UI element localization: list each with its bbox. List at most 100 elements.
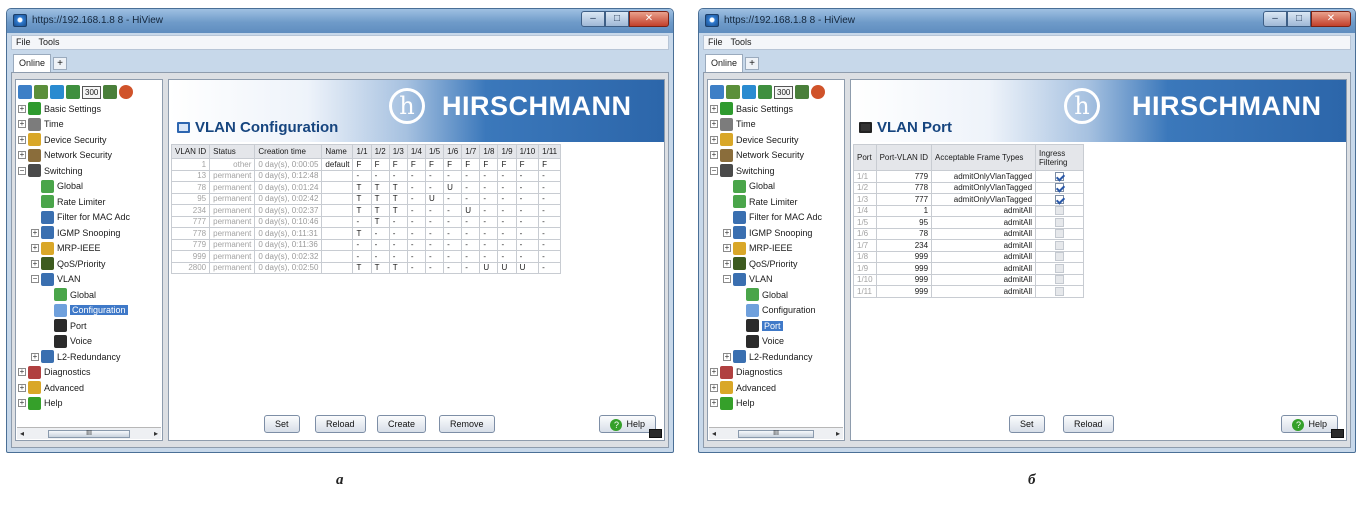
tree-item[interactable]: + Help xyxy=(18,396,160,412)
table-cell[interactable]: - xyxy=(424,261,445,274)
remove-button[interactable]: Remove xyxy=(439,415,495,433)
table-cell[interactable]: - xyxy=(479,227,499,240)
tree-item[interactable]: + Diagnostics xyxy=(710,365,842,381)
ingress-filtering-checkbox[interactable] xyxy=(1055,252,1065,262)
expand-icon[interactable]: + xyxy=(18,151,26,160)
table-cell[interactable]: - xyxy=(388,238,408,251)
tree-item[interactable]: + Diagnostics xyxy=(18,365,160,381)
tree-item[interactable]: Global xyxy=(18,287,160,303)
table-cell[interactable] xyxy=(321,250,354,263)
table-cell[interactable]: T xyxy=(352,192,372,205)
column-header[interactable]: 1/1 xyxy=(352,144,372,159)
create-button[interactable]: Create xyxy=(377,415,427,433)
table-cell[interactable]: T xyxy=(370,215,390,228)
table-cell[interactable]: - xyxy=(497,215,517,228)
ingress-filtering-checkbox[interactable] xyxy=(1055,275,1065,285)
table-cell[interactable]: - xyxy=(406,215,426,228)
table-cell[interactable]: - xyxy=(370,250,390,263)
table-cell[interactable]: - xyxy=(443,261,463,274)
table-cell[interactable]: - xyxy=(406,250,426,263)
port-vlan-id-cell[interactable]: 1 xyxy=(875,204,933,217)
table-cell[interactable]: - xyxy=(443,250,463,263)
table-cell[interactable]: - xyxy=(352,169,372,182)
tree-item[interactable]: + MRP-IEEE xyxy=(710,241,842,257)
table-cell[interactable]: - xyxy=(424,181,445,194)
expand-icon[interactable]: + xyxy=(18,383,26,392)
ingress-filtering-checkbox[interactable] xyxy=(1055,206,1065,216)
table-cell[interactable]: - xyxy=(388,250,408,263)
stop-icon[interactable] xyxy=(811,85,826,99)
refresh-interval-badge[interactable]: 300 xyxy=(774,85,794,99)
table-cell[interactable]: - xyxy=(479,238,499,251)
expand-icon[interactable]: + xyxy=(18,104,26,113)
table-cell[interactable]: U xyxy=(443,181,463,194)
set-button[interactable]: Set xyxy=(1009,415,1045,433)
column-header[interactable]: 1/6 xyxy=(443,144,463,159)
users-icon[interactable] xyxy=(726,85,740,99)
scroll-left-icon[interactable]: ◂ xyxy=(712,429,716,438)
expand-icon[interactable]: + xyxy=(710,104,718,113)
table-cell[interactable]: - xyxy=(406,238,426,251)
table-cell[interactable]: - xyxy=(479,192,499,205)
tree-item[interactable]: + MRP-IEEE xyxy=(18,241,160,257)
frame-types-cell[interactable]: admitAll xyxy=(931,262,1037,275)
column-header[interactable]: Port xyxy=(853,144,877,171)
table-cell[interactable]: - xyxy=(497,192,517,205)
table-row[interactable]: 1/4 1 admitAll xyxy=(853,204,1085,217)
table-cell[interactable]: - xyxy=(461,227,481,240)
expand-icon[interactable]: + xyxy=(723,352,731,361)
frame-types-cell[interactable]: admitOnlyVlanTagged xyxy=(931,193,1037,206)
frame-types-cell[interactable]: admitAll xyxy=(931,273,1037,286)
scroll-right-icon[interactable]: ▸ xyxy=(154,429,158,438)
table-cell[interactable]: U xyxy=(479,261,499,274)
table-row[interactable]: 95 permanent 0 day(s), 0:02:42 T T T - U - - - - - - xyxy=(171,192,562,205)
table-cell[interactable]: F xyxy=(406,158,426,171)
table-cell[interactable]: T xyxy=(388,261,408,274)
table-cell[interactable]: - xyxy=(515,192,540,205)
table-row[interactable]: 1/11 999 admitAll xyxy=(853,285,1085,298)
column-header[interactable]: 1/9 xyxy=(497,144,517,159)
column-header[interactable]: VLAN ID xyxy=(171,144,211,159)
table-cell[interactable]: - xyxy=(515,181,540,194)
scroll-right-icon[interactable]: ▸ xyxy=(836,429,840,438)
collapse-icon[interactable]: − xyxy=(723,275,731,284)
menu-file[interactable]: File xyxy=(16,37,31,48)
network-icon[interactable] xyxy=(710,85,724,99)
device-icon[interactable] xyxy=(758,85,772,99)
tree-item[interactable]: + Basic Settings xyxy=(710,101,842,117)
expand-icon[interactable]: + xyxy=(710,135,718,144)
table-cell[interactable]: - xyxy=(443,227,463,240)
column-header[interactable]: 1/5 xyxy=(424,144,445,159)
table-cell[interactable]: - xyxy=(443,204,463,217)
tree-item[interactable]: Filter for MAC Adc xyxy=(710,210,842,226)
expand-icon[interactable]: + xyxy=(723,244,731,253)
users-icon[interactable] xyxy=(34,85,48,99)
network-icon[interactable] xyxy=(18,85,32,99)
table-cell[interactable]: T xyxy=(352,181,372,194)
tree-item[interactable]: + L2-Redundancy xyxy=(18,349,160,365)
table-cell[interactable]: - xyxy=(515,169,540,182)
tree-item[interactable]: Configuration xyxy=(18,303,160,319)
table-cell[interactable]: - xyxy=(479,169,499,182)
table-cell[interactable]: - xyxy=(479,181,499,194)
frame-types-cell[interactable]: admitAll xyxy=(931,285,1037,298)
maximize-button[interactable]: □ xyxy=(605,11,629,27)
port-vlan-id-cell[interactable]: 779 xyxy=(875,170,933,183)
tree-item[interactable]: Rate Limiter xyxy=(710,194,842,210)
expand-icon[interactable]: + xyxy=(18,135,26,144)
frame-types-cell[interactable]: admitAll xyxy=(931,250,1037,263)
table-cell[interactable]: - xyxy=(538,169,562,182)
column-header[interactable]: Acceptable Frame Types xyxy=(931,144,1037,171)
refresh-icon[interactable] xyxy=(742,85,756,99)
save-icon[interactable] xyxy=(795,85,810,99)
table-cell[interactable] xyxy=(321,215,354,228)
table-cell[interactable]: T xyxy=(388,204,408,217)
column-header[interactable]: 1/2 xyxy=(370,144,390,159)
port-vlan-id-cell[interactable]: 999 xyxy=(875,285,933,298)
table-cell[interactable] xyxy=(321,238,354,251)
expand-icon[interactable]: + xyxy=(18,120,26,129)
tree-item[interactable]: Rate Limiter xyxy=(18,194,160,210)
frame-types-cell[interactable]: admitOnlyVlanTagged xyxy=(931,170,1037,183)
table-cell[interactable]: - xyxy=(370,169,390,182)
table-cell[interactable]: - xyxy=(497,227,517,240)
